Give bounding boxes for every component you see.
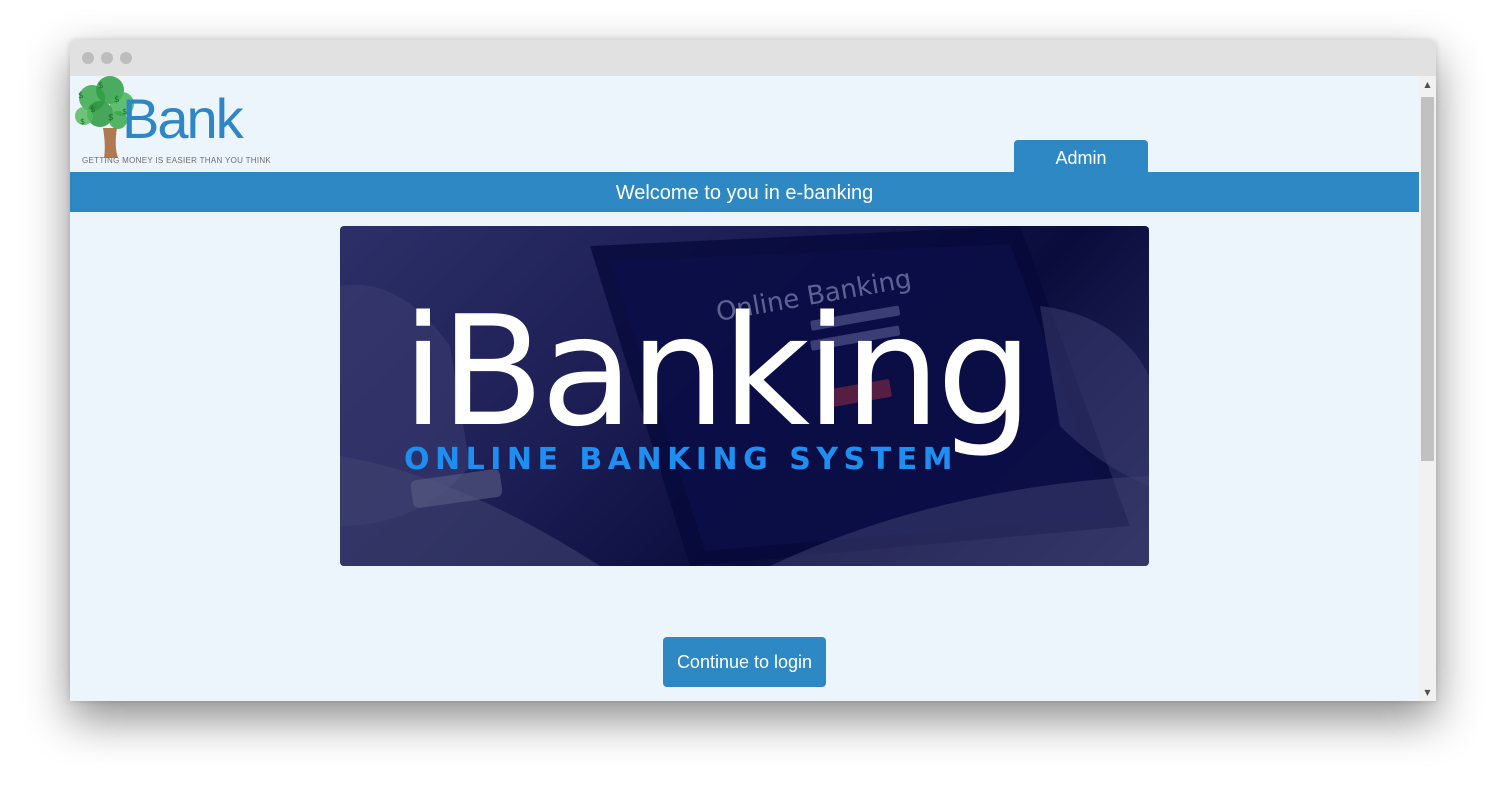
window-close-dot[interactable] bbox=[82, 52, 94, 64]
window-zoom-dot[interactable] bbox=[120, 52, 132, 64]
window-titlebar bbox=[70, 40, 1436, 76]
svg-text:$: $ bbox=[90, 105, 96, 115]
page-viewport: $ $ $ $ $ $ $ Bank GETTING MONEY IS EASI… bbox=[70, 76, 1419, 701]
banner-title: iBanking bbox=[402, 283, 1033, 460]
banner-subtitle: ONLINE BANKING SYSTEM bbox=[404, 442, 958, 477]
svg-text:$: $ bbox=[98, 81, 104, 91]
tab-admin[interactable]: Admin bbox=[1014, 140, 1148, 172]
window-minimize-dot[interactable] bbox=[101, 52, 113, 64]
svg-text:$: $ bbox=[114, 95, 120, 105]
scroll-down-arrow-icon[interactable]: ▼ bbox=[1419, 684, 1436, 701]
svg-text:$: $ bbox=[108, 113, 114, 123]
logo-tagline: GETTING MONEY IS EASIER THAN YOU THINK bbox=[82, 156, 272, 165]
continue-to-login-button[interactable]: Continue to login bbox=[663, 637, 826, 687]
svg-text:$: $ bbox=[78, 91, 84, 101]
scrollbar-thumb[interactable] bbox=[1421, 97, 1434, 461]
welcome-text: Welcome to you in e-banking bbox=[615, 182, 874, 204]
vertical-scrollbar[interactable]: ▲ ▼ bbox=[1419, 76, 1436, 701]
hero-banner-image: Online Banking iBanking ONLINE BANKING S… bbox=[340, 226, 1149, 566]
ibank-logo[interactable]: $ $ $ $ $ $ $ Bank GETTING MONEY IS EASI… bbox=[70, 76, 275, 170]
logo-brand-text: Bank bbox=[122, 87, 244, 150]
scroll-up-arrow-icon[interactable]: ▲ bbox=[1419, 76, 1436, 93]
welcome-banner: Welcome to you in e-banking bbox=[70, 172, 1419, 212]
browser-window: $ $ $ $ $ $ $ Bank GETTING MONEY IS EASI… bbox=[70, 40, 1436, 701]
svg-text:$: $ bbox=[80, 117, 85, 126]
